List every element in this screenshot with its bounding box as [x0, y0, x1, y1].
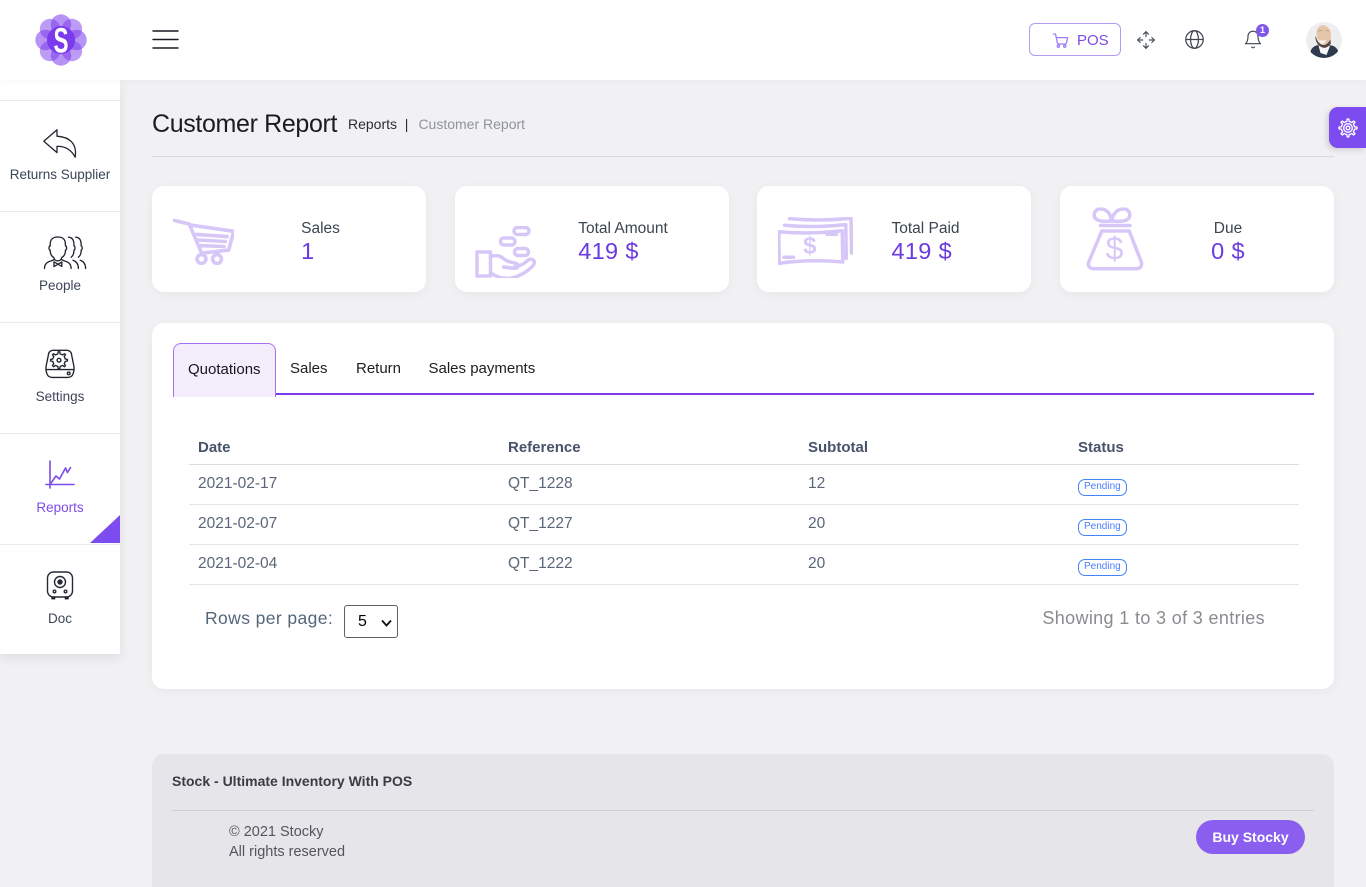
- svg-text:$: $: [1105, 231, 1123, 267]
- svg-text:S: S: [54, 22, 69, 61]
- svg-text:$: $: [803, 233, 817, 260]
